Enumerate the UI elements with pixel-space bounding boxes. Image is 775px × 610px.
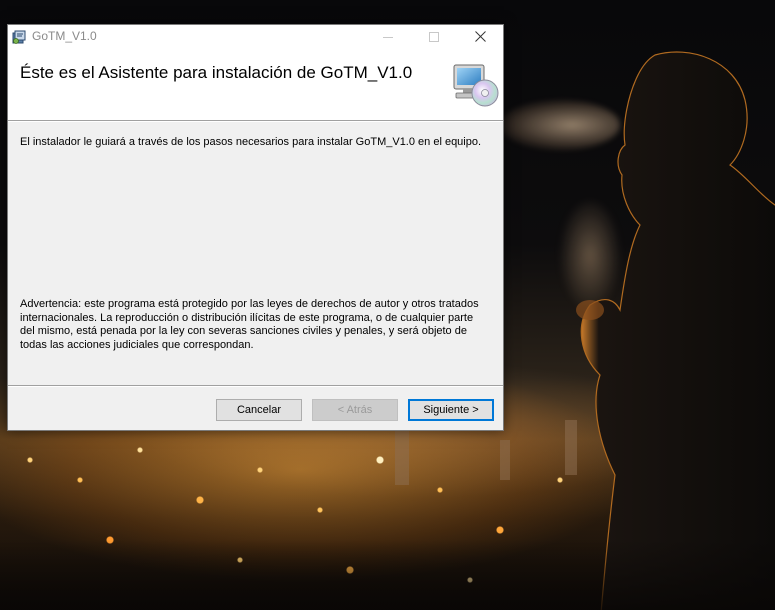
copyright-warning: Advertencia: este programa está protegid…: [20, 298, 479, 351]
close-button[interactable]: [457, 25, 503, 48]
maximize-button[interactable]: [411, 25, 457, 48]
window-title: GoTM_V1.0: [32, 29, 97, 43]
person-silhouette: [576, 51, 775, 610]
title-bar[interactable]: GoTM_V1.0: [8, 25, 503, 48]
intro-text: El instalador le guiará a través de los …: [20, 136, 482, 148]
building: [500, 440, 510, 480]
installer-window: GoTM_V1.0 Éste es el Asistente para inst…: [7, 24, 504, 431]
minimize-button[interactable]: [365, 25, 411, 48]
wizard-header: Éste es el Asistente para instalación de…: [8, 48, 503, 120]
building: [395, 425, 409, 485]
next-button[interactable]: Siguiente >: [408, 399, 494, 421]
installer-package-icon: [12, 30, 26, 44]
cancel-button[interactable]: Cancelar: [216, 399, 302, 421]
close-icon: [474, 31, 486, 42]
foreground-shade: [0, 540, 775, 610]
wizard-heading: Éste es el Asistente para instalación de…: [20, 63, 413, 82]
minimize-icon: [383, 36, 393, 38]
footer-divider: [8, 385, 503, 387]
header-divider: [8, 120, 503, 122]
back-button[interactable]: < Atrás: [312, 399, 398, 421]
computer-cd-icon: [453, 64, 499, 107]
maximize-icon: [429, 31, 439, 42]
